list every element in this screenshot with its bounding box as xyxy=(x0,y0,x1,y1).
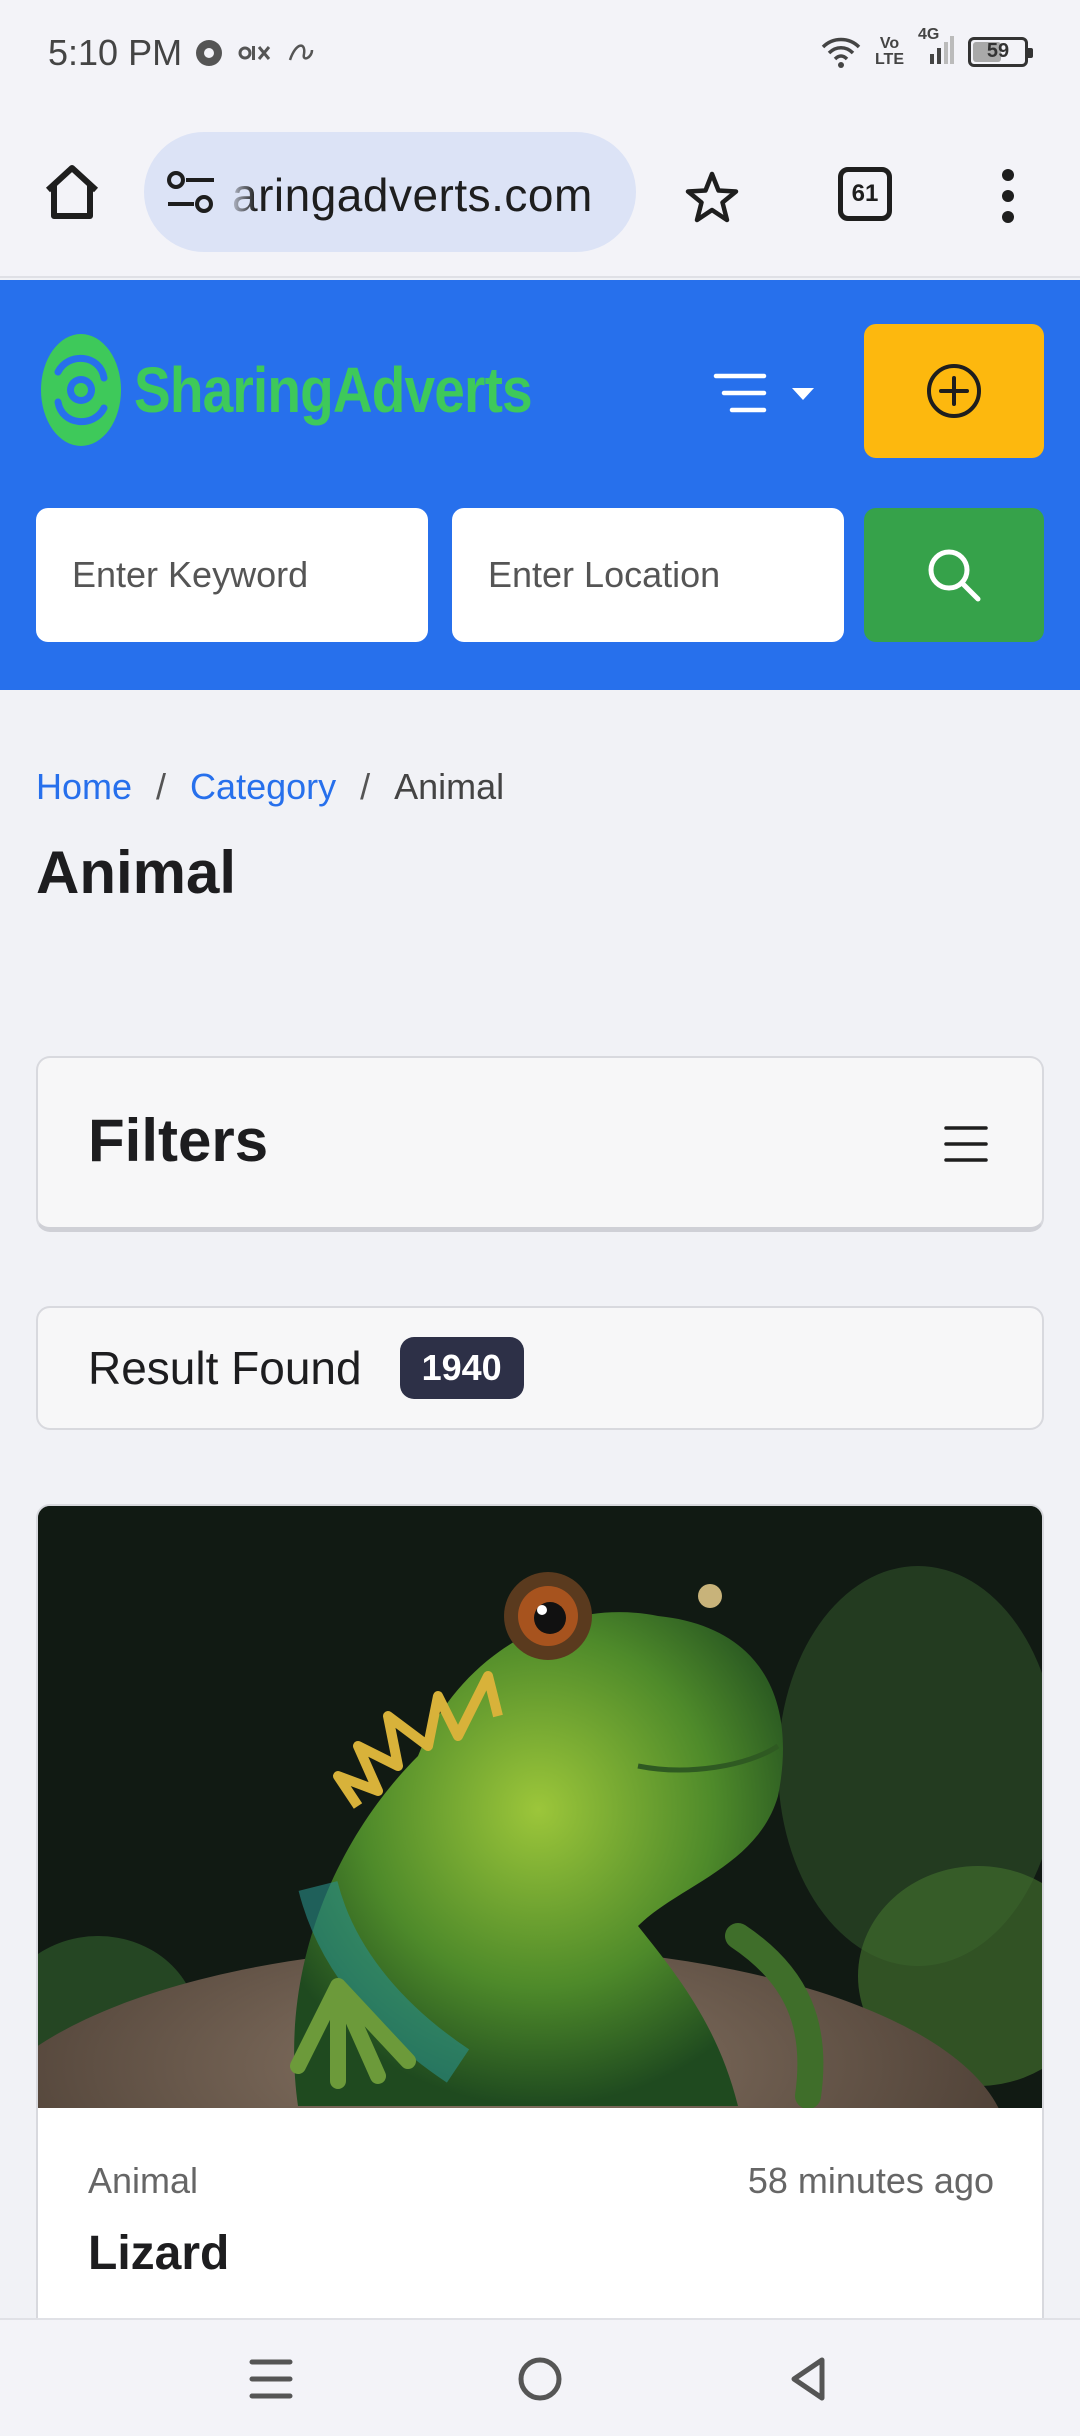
listing-time: 58 minutes ago xyxy=(747,2160,994,2201)
hamburger-dropdown-icon[interactable] xyxy=(712,368,822,418)
breadcrumb-category[interactable]: Category xyxy=(190,766,336,808)
system-nav-bar xyxy=(0,2318,1080,2436)
lizard-image xyxy=(38,1506,1042,2108)
breadcrumb-current: Animal xyxy=(394,766,505,807)
search-icon xyxy=(928,549,981,602)
logo-text: SharingAdverts xyxy=(134,354,533,426)
recents-icon[interactable] xyxy=(246,2354,296,2404)
url-fade xyxy=(226,132,256,252)
filters-title: Filters xyxy=(88,1107,269,1174)
volte-indicator: Vo LTE xyxy=(874,34,904,68)
breadcrumb-separator: / xyxy=(360,766,371,807)
listing-card[interactable]: Animal 58 minutes ago Lizard xyxy=(36,1504,1044,2436)
listing-category: Animal xyxy=(88,2160,199,2201)
breadcrumb: Home / Category / Animal xyxy=(36,766,504,808)
filter-menu-icon[interactable] xyxy=(944,1124,988,1164)
breadcrumb-separator: / xyxy=(156,766,167,807)
page-title: Animal xyxy=(36,839,237,906)
post-ad-button[interactable] xyxy=(864,324,1044,458)
breadcrumb-home[interactable]: Home xyxy=(36,766,132,808)
signal-indicator: 4G xyxy=(918,26,954,71)
url-text: aringadverts.com xyxy=(232,169,593,221)
plus-circle-icon xyxy=(927,364,981,418)
more-vert-icon[interactable] xyxy=(1000,168,1016,224)
app-notification-icon xyxy=(288,44,314,61)
logo-mark-icon xyxy=(41,334,121,446)
site-header: SharingAdverts Enter Keyword Enter Locat… xyxy=(0,280,1080,690)
browser-toolbar: aringadverts.com 61 xyxy=(0,110,1080,278)
listing-image[interactable] xyxy=(38,1506,1042,2108)
result-count-badge: 1940 xyxy=(399,1337,524,1399)
battery-indicator: 59 xyxy=(968,36,1033,67)
olx-icon xyxy=(238,46,271,60)
star-icon[interactable] xyxy=(684,170,740,226)
home-nav-icon[interactable] xyxy=(515,2354,565,2404)
wifi-icon xyxy=(821,37,861,68)
site-settings-icon[interactable] xyxy=(166,170,216,216)
home-icon[interactable] xyxy=(40,160,104,224)
notification-icons xyxy=(194,38,316,68)
listing-title[interactable]: Lizard xyxy=(88,2226,229,2281)
battery-level: 59 xyxy=(986,40,1010,62)
result-label: Result Found xyxy=(88,1342,362,1394)
status-time: 5:10 PM xyxy=(48,32,183,73)
tabs-button[interactable]: 61 xyxy=(838,167,892,221)
location-input[interactable]: Enter Location xyxy=(452,508,844,642)
chrome-icon xyxy=(196,40,222,66)
search-button[interactable] xyxy=(864,508,1044,642)
status-right-icons: Vo LTE 4G 59 xyxy=(821,26,1033,71)
keyword-input[interactable]: Enter Keyword xyxy=(36,508,428,642)
status-bar: 5:10 PM Vo LTE 4G 59 xyxy=(0,0,1080,110)
result-count-bar: Result Found 1940 xyxy=(36,1306,1044,1430)
filters-panel[interactable]: Filters xyxy=(36,1056,1044,1232)
site-logo[interactable]: SharingAdverts xyxy=(38,332,597,448)
back-icon[interactable] xyxy=(784,2354,834,2404)
url-bar[interactable]: aringadverts.com xyxy=(144,132,636,252)
